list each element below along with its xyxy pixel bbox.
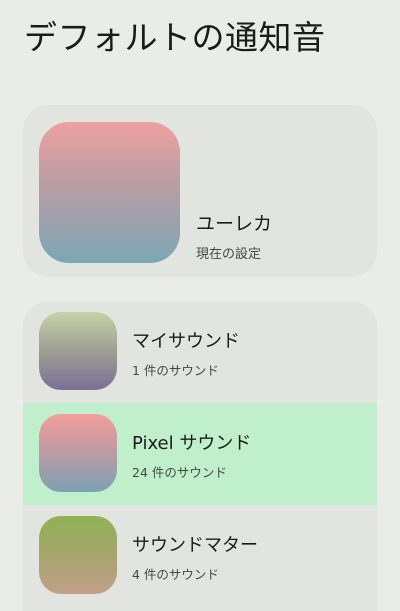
category-name: サウンドマター xyxy=(132,535,258,556)
sound-category-list: マイサウンド 1 件のサウンド Pixel サウンド 24 件のサウンド サウン… xyxy=(23,301,377,611)
category-thumbnail xyxy=(39,516,117,594)
category-item-pixel-sounds[interactable]: Pixel サウンド 24 件のサウンド xyxy=(23,403,377,505)
category-count: 1 件のサウンド xyxy=(132,363,219,378)
category-name: Pixel サウンド xyxy=(132,433,252,454)
page-title: デフォルトの通知音 xyxy=(24,18,326,57)
current-sound-name: ユーレカ xyxy=(196,213,273,235)
current-sound-thumbnail xyxy=(39,122,180,263)
category-count: 4 件のサウンド xyxy=(132,567,219,582)
category-count: 24 件のサウンド xyxy=(132,465,227,480)
current-sound-subtitle: 現在の設定 xyxy=(196,247,262,262)
category-item-sound-matter[interactable]: サウンドマター 4 件のサウンド xyxy=(23,505,377,607)
category-thumbnail xyxy=(39,312,117,390)
category-item-my-sounds[interactable]: マイサウンド 1 件のサウンド xyxy=(23,301,377,403)
current-sound-card[interactable]: ユーレカ 現在の設定 xyxy=(23,105,377,277)
category-name: マイサウンド xyxy=(132,331,240,352)
category-thumbnail xyxy=(39,414,117,492)
